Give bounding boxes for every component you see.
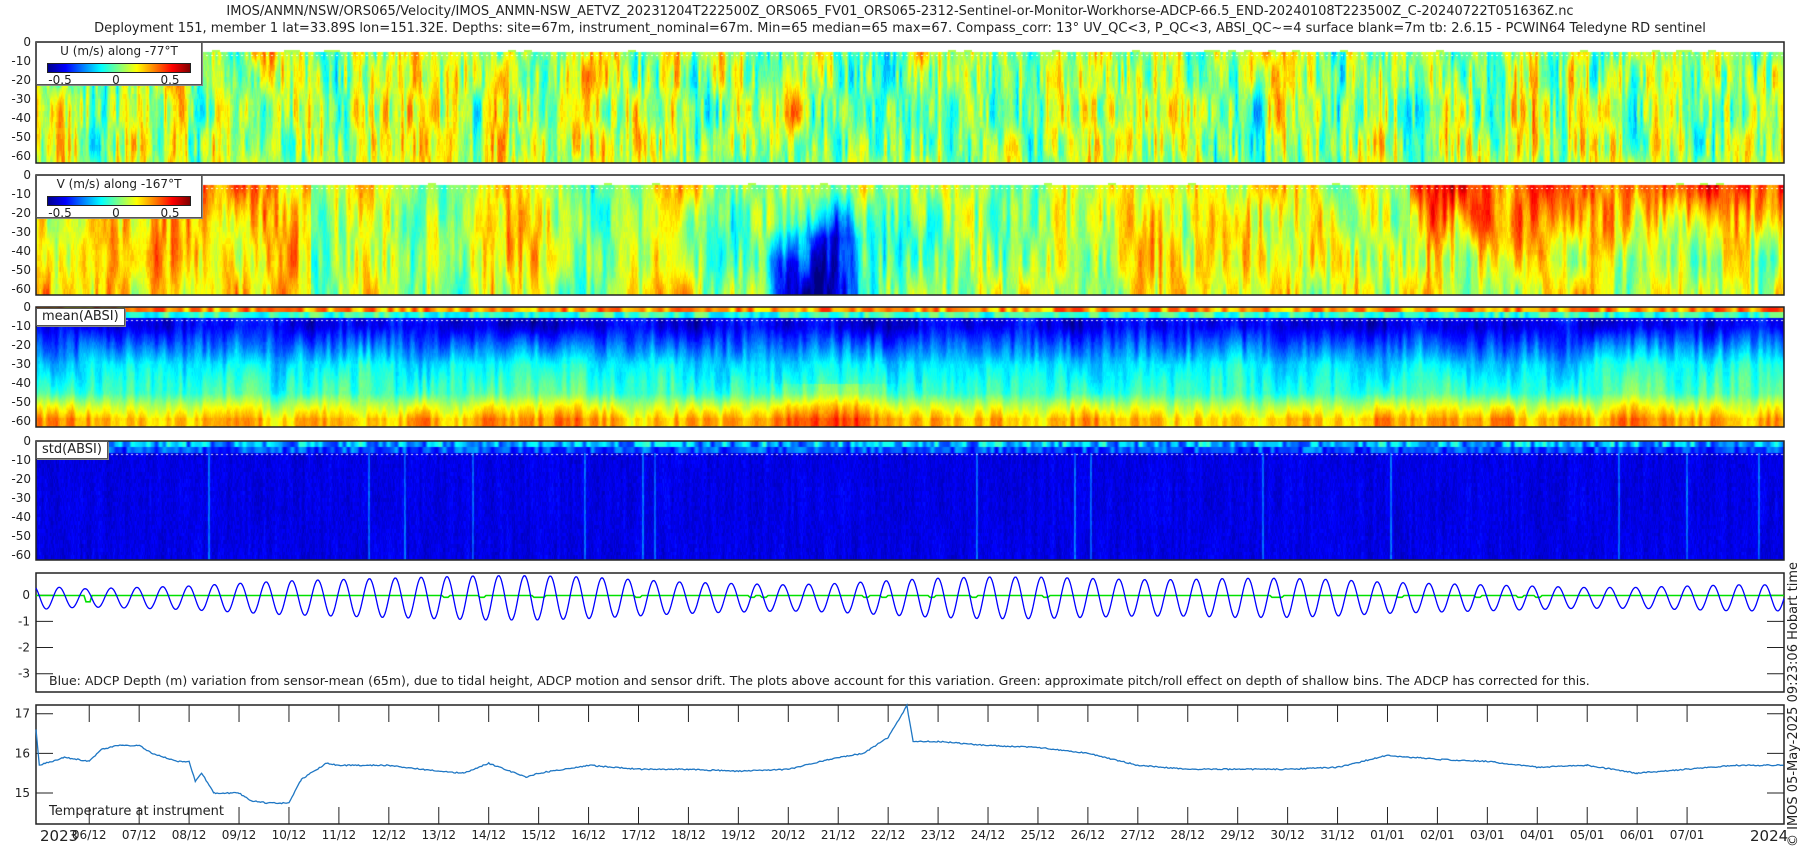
v-y-tick-label: -50 <box>11 263 31 277</box>
u-y-tick-label: -30 <box>11 92 31 106</box>
time-tick-label: 22/12 <box>871 828 906 842</box>
std-y-tick-label: -20 <box>11 472 31 486</box>
depth-y-tick-label: -3 <box>18 667 30 681</box>
std-y-tick-label: -40 <box>11 510 31 524</box>
std-y-tick-label: -60 <box>11 548 31 562</box>
u-colorbar-legend: U (m/s) along -77°T -0.5 0 0.5 <box>36 42 202 87</box>
v-y-tick-label: -30 <box>11 225 31 239</box>
time-tick-label: 05/01 <box>1570 828 1605 842</box>
v-y-tick-label: -40 <box>11 244 31 258</box>
depth-y-tick-label: -1 <box>18 614 30 628</box>
mean-y-tick-label: 0 <box>23 300 31 314</box>
mean-absi-label: mean(ABSI) <box>36 308 125 326</box>
time-tick-label: 29/12 <box>1220 828 1255 842</box>
std-absi-label: std(ABSI) <box>36 441 108 459</box>
mean-y-tick-label: -30 <box>11 357 31 371</box>
time-tick-label: 01/01 <box>1370 828 1405 842</box>
time-tick-label: 25/12 <box>1021 828 1056 842</box>
time-tick-label: 08/12 <box>172 828 207 842</box>
time-tick-label: 19/12 <box>721 828 756 842</box>
time-tick-label: 26/12 <box>1071 828 1106 842</box>
u-y-tick-label: -20 <box>11 73 31 87</box>
temperature-y-tick-label: 17 <box>15 707 30 721</box>
u-legend-title: U (m/s) along -77°T <box>60 44 178 58</box>
time-tick-label: 15/12 <box>521 828 556 842</box>
adcp-figure: IMOS/ANMN/NSW/ORS065/Velocity/IMOS_ANMN-… <box>0 0 1800 850</box>
time-tick-label: 14/12 <box>471 828 506 842</box>
time-tick-label: 31/12 <box>1320 828 1355 842</box>
std-y-tick-label: -50 <box>11 529 31 543</box>
depth-y-tick-label: 0 <box>22 588 30 602</box>
v-colorbar <box>47 196 191 206</box>
std-y-tick-label: -10 <box>11 453 31 467</box>
u-y-tick-label: -60 <box>11 149 31 163</box>
temperature-line <box>35 703 1784 805</box>
v-y-tick-label: -10 <box>11 187 31 201</box>
time-tick-label: 18/12 <box>671 828 706 842</box>
u-colorbar-tick: -0.5 <box>48 73 72 87</box>
v-colorbar-tick: 0.5 <box>160 206 180 220</box>
time-tick-label: 23/12 <box>921 828 956 842</box>
u-y-tick-label: 0 <box>23 35 31 49</box>
time-tick-label: 11/12 <box>322 828 357 842</box>
temperature-y-tick-label: 16 <box>15 746 30 760</box>
mean-y-tick-label: -50 <box>11 395 31 409</box>
std-y-tick-label: -30 <box>11 491 31 505</box>
time-tick-label: 30/12 <box>1270 828 1305 842</box>
time-tick-label: 20/12 <box>771 828 806 842</box>
mean-y-tick-label: -60 <box>11 414 31 428</box>
v-panel-frame <box>35 174 1785 296</box>
time-tick-label: 03/01 <box>1470 828 1505 842</box>
v-colorbar-legend: V (m/s) along -167°T -0.5 0 0.5 <box>36 175 202 220</box>
temperature-y-tick-label: 15 <box>15 786 30 800</box>
time-tick-label: 16/12 <box>571 828 606 842</box>
u-y-tick-label: -40 <box>11 111 31 125</box>
axes-layer: 0-10-20-30-40-50-600-10-20-30-40-50-600-… <box>11 35 1785 842</box>
time-tick-label: 17/12 <box>621 828 656 842</box>
time-tick-label: 10/12 <box>272 828 307 842</box>
u-panel-frame <box>35 41 1785 164</box>
time-tick-label: 13/12 <box>421 828 456 842</box>
std-panel-frame <box>35 440 1785 561</box>
u-y-tick-label: -10 <box>11 54 31 68</box>
mean-y-tick-label: -20 <box>11 338 31 352</box>
v-colorbar-tick: 0 <box>112 206 120 220</box>
year-label-right: 2024 <box>1750 827 1789 845</box>
time-tick-label: 07/01 <box>1670 828 1705 842</box>
time-tick-label: 09/12 <box>222 828 257 842</box>
u-colorbar <box>47 63 191 73</box>
depth-annotation: Blue: ADCP Depth (m) variation from sens… <box>49 673 1590 688</box>
time-tick-label: 06/01 <box>1620 828 1655 842</box>
v-y-tick-label: -60 <box>11 282 31 296</box>
mean-y-tick-label: -40 <box>11 376 31 390</box>
v-y-tick-label: -20 <box>11 206 31 220</box>
v-y-tick-label: 0 <box>23 168 31 182</box>
time-tick-label: 04/01 <box>1520 828 1555 842</box>
time-tick-label: 02/01 <box>1420 828 1455 842</box>
depth-y-tick-label: -2 <box>18 641 30 655</box>
time-tick-label: 27/12 <box>1121 828 1156 842</box>
u-y-tick-label: -50 <box>11 130 31 144</box>
time-tick-label: 28/12 <box>1170 828 1205 842</box>
mean-panel-frame <box>35 306 1785 428</box>
mean-y-tick-label: -10 <box>11 319 31 333</box>
u-colorbar-tick: 0 <box>112 73 120 87</box>
copyright-credit: © IMOS 05-May-2025 09:23:06 Hobart time <box>1786 562 1800 847</box>
v-colorbar-tick: -0.5 <box>48 206 72 220</box>
std-y-tick-label: 0 <box>23 434 31 448</box>
v-legend-title: V (m/s) along -167°T <box>56 177 182 191</box>
time-tick-label: 07/12 <box>122 828 157 842</box>
time-tick-label: 12/12 <box>372 828 407 842</box>
temperature-annotation: Temperature at instrument <box>49 804 224 819</box>
year-label-left: 2023 <box>40 827 79 845</box>
time-tick-label: 24/12 <box>971 828 1006 842</box>
u-colorbar-tick: 0.5 <box>160 73 180 87</box>
time-tick-label: 21/12 <box>821 828 856 842</box>
